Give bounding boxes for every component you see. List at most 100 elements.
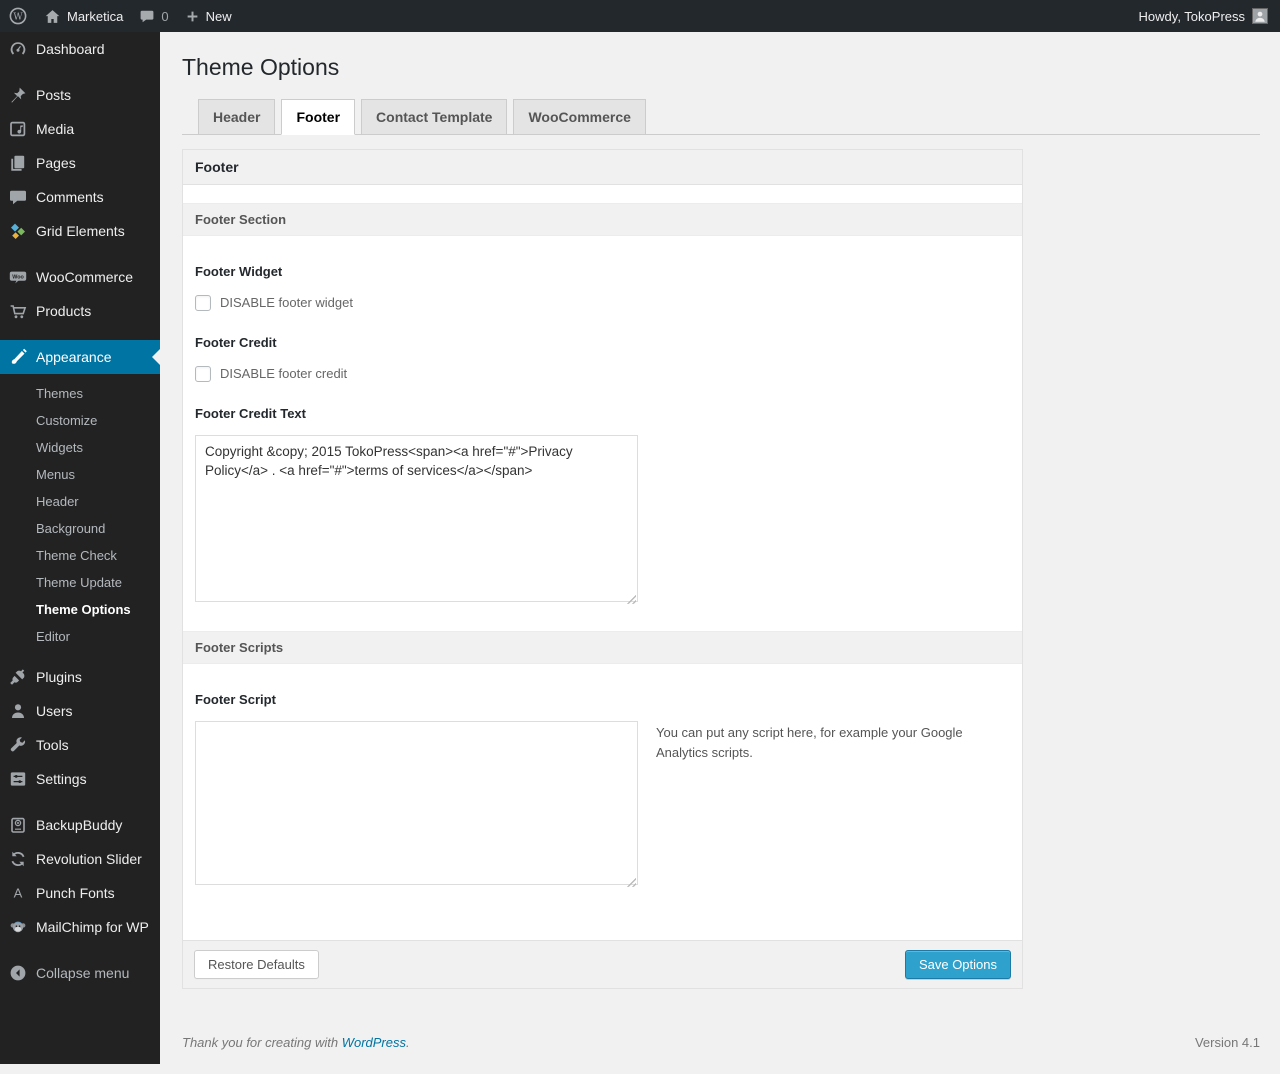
home-icon	[44, 8, 61, 25]
sidebar-item-products[interactable]: Products	[0, 294, 160, 328]
submenu-item-theme-update[interactable]: Theme Update	[0, 569, 160, 596]
disable-footer-widget-checkbox[interactable]	[195, 295, 211, 311]
sidebar-item-label: Comments	[36, 187, 104, 207]
panel-title: Footer	[183, 150, 1022, 185]
footer-credit-checkbox-row: DISABLE footer credit	[195, 366, 1010, 382]
new-menu[interactable]: New	[177, 0, 240, 32]
disable-footer-widget-label: DISABLE footer widget	[220, 295, 353, 310]
menu-separator	[0, 328, 160, 340]
footer-script-row: You can put any script here, for example…	[195, 707, 1010, 890]
tab-footer[interactable]: Footer	[281, 99, 355, 135]
sidebar-item-media[interactable]: Media	[0, 112, 160, 146]
submenu-item-header[interactable]: Header	[0, 488, 160, 515]
menu-separator	[0, 944, 160, 956]
sidebar-item-label: Media	[36, 119, 74, 139]
woocommerce-icon: Woo	[8, 267, 28, 287]
grid-elements-icon	[8, 221, 28, 241]
sidebar-item-label: Pages	[36, 153, 76, 173]
sidebar-item-label: Tools	[36, 735, 69, 755]
collapse-icon	[8, 963, 28, 983]
footer-script-textarea[interactable]	[195, 721, 638, 885]
cart-icon	[8, 301, 28, 321]
sidebar-item-pages[interactable]: Pages	[0, 146, 160, 180]
appearance-submenu: Themes Customize Widgets Menus Header Ba…	[0, 374, 160, 660]
sidebar-item-users[interactable]: Users	[0, 694, 160, 728]
menu-separator	[0, 66, 160, 78]
footer-credit-textarea[interactable]: Copyright &copy; 2015 TokoPress<span><a …	[195, 435, 638, 602]
sidebar-item-label: Collapse menu	[36, 963, 129, 983]
account-menu[interactable]: Howdy, TokoPress	[1139, 8, 1280, 24]
sidebar-item-backupbuddy[interactable]: BackupBuddy	[0, 808, 160, 842]
punch-fonts-icon: A	[8, 883, 28, 903]
svg-text:W: W	[13, 13, 23, 23]
submenu-item-theme-options[interactable]: Theme Options	[0, 596, 160, 623]
howdy-text: Howdy, TokoPress	[1139, 9, 1245, 24]
sidebar-item-collapse-menu[interactable]: Collapse menu	[0, 956, 160, 990]
sidebar-item-label: Settings	[36, 769, 87, 789]
sidebar-item-settings[interactable]: Settings	[0, 762, 160, 796]
page-title: Theme Options	[182, 53, 1260, 83]
thanks-prefix: Thank you for creating with	[182, 1035, 342, 1050]
sidebar-item-label: Plugins	[36, 667, 82, 687]
avatar	[1252, 8, 1268, 24]
plugin-icon	[8, 667, 28, 687]
sidebar-item-label: BackupBuddy	[36, 815, 122, 835]
sidebar-item-label: Punch Fonts	[36, 883, 115, 903]
revolution-slider-icon	[8, 849, 28, 869]
sidebar-item-label: Posts	[36, 85, 71, 105]
wordpress-link[interactable]: WordPress	[342, 1035, 406, 1050]
content-wrap: Theme Options Header Footer Contact Temp…	[160, 32, 1280, 1074]
sidebar-item-appearance[interactable]: Appearance	[0, 340, 160, 374]
svg-text:A: A	[14, 886, 23, 901]
sidebar-item-label: MailChimp for WP	[36, 917, 149, 937]
pages-icon	[8, 153, 28, 173]
sidebar-item-revolution-slider[interactable]: Revolution Slider	[0, 842, 160, 876]
tab-contact-template[interactable]: Contact Template	[361, 99, 507, 135]
panel-action-bar: Restore Defaults Save Options	[183, 940, 1022, 989]
submenu-item-widgets[interactable]: Widgets	[0, 434, 160, 461]
submenu-item-customize[interactable]: Customize	[0, 407, 160, 434]
mailchimp-icon	[8, 917, 28, 937]
plus-icon	[185, 9, 200, 24]
sidebar-item-comments[interactable]: Comments	[0, 180, 160, 214]
comments-menu[interactable]: 0	[131, 0, 176, 32]
submenu-item-menus[interactable]: Menus	[0, 461, 160, 488]
sidebar-item-plugins[interactable]: Plugins	[0, 660, 160, 694]
sidebar-item-grid-elements[interactable]: Grid Elements	[0, 214, 160, 248]
footer-script-label: Footer Script	[195, 692, 1010, 707]
wrench-icon	[8, 735, 28, 755]
footer-scripts-fields: Footer Script You can put any script her…	[183, 664, 1022, 940]
sidebar-item-woocommerce[interactable]: Woo WooCommerce	[0, 260, 160, 294]
sidebar-item-label: Products	[36, 301, 91, 321]
site-menu[interactable]: Marketica	[36, 0, 131, 32]
restore-defaults-button[interactable]: Restore Defaults	[194, 950, 319, 980]
submenu-item-editor[interactable]: Editor	[0, 623, 160, 650]
comments-icon	[8, 187, 28, 207]
appearance-icon	[8, 347, 28, 367]
settings-icon	[8, 769, 28, 789]
sidebar-item-punch-fonts[interactable]: A Punch Fonts	[0, 876, 160, 910]
submenu-item-themes[interactable]: Themes	[0, 380, 160, 407]
tab-header[interactable]: Header	[198, 99, 275, 135]
sidebar-item-dashboard[interactable]: Dashboard	[0, 32, 160, 66]
footer-widget-label: Footer Widget	[195, 264, 1010, 279]
submenu-item-background[interactable]: Background	[0, 515, 160, 542]
new-label: New	[206, 9, 232, 24]
disable-footer-credit-checkbox[interactable]	[195, 366, 211, 382]
sidebar-item-posts[interactable]: Posts	[0, 78, 160, 112]
wordpress-logo-menu[interactable]: W	[0, 0, 36, 32]
wordpress-logo-icon: W	[8, 6, 28, 26]
tab-bar: Header Footer Contact Template WooCommer…	[182, 99, 1260, 135]
tab-woocommerce[interactable]: WooCommerce	[513, 99, 645, 135]
menu-separator	[0, 796, 160, 808]
footer-script-help: You can put any script here, for example…	[656, 723, 968, 763]
save-options-button[interactable]: Save Options	[905, 950, 1011, 980]
comment-count: 0	[161, 9, 168, 24]
dashboard-icon	[8, 39, 28, 59]
footer-credit-textarea-wrap: Copyright &copy; 2015 TokoPress<span><a …	[195, 435, 638, 607]
admin-sidebar: Dashboard Posts Media Pages Comments Gri…	[0, 32, 160, 1064]
submenu-item-theme-check[interactable]: Theme Check	[0, 542, 160, 569]
sidebar-item-tools[interactable]: Tools	[0, 728, 160, 762]
panel-gap	[183, 185, 1022, 203]
sidebar-item-mailchimp[interactable]: MailChimp for WP	[0, 910, 160, 944]
